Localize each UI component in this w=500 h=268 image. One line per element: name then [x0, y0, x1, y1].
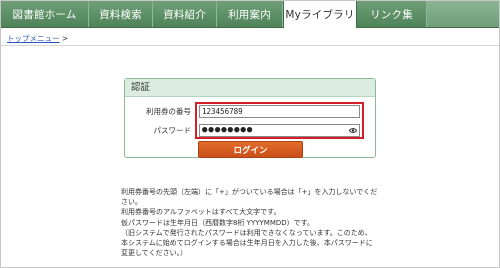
nav-filler [427, 1, 499, 27]
breadcrumb-top-menu-link[interactable]: トップメニュー [7, 34, 60, 43]
tab-label: 資料紹介 [163, 8, 206, 21]
tab-introduction[interactable]: 資料紹介 [153, 1, 217, 27]
tab-search[interactable]: 資料検索 [89, 1, 153, 27]
tab-label: 図書館ホーム [12, 8, 77, 21]
note-line: 本システムに始めてログインする場合は生年月日を入力した後、本パスワードに [121, 239, 373, 248]
tab-links[interactable]: リンク集 [357, 1, 427, 27]
tab-my-library[interactable]: Myライブラリ [283, 1, 357, 28]
note-line: 変更してください。） [121, 249, 188, 258]
tab-guide[interactable]: 利用案内 [217, 1, 283, 27]
note-line: （旧システムで発行されたパスワードは利用できなくなっています。このため、 [121, 228, 372, 237]
note-line: 利用券番号のアルファベットはすべて大文字です。 [121, 208, 281, 217]
login-notes: 利用券番号の先頭（左端）に「+」がついている場合は「+」を入力しないでくだ さい… [121, 187, 401, 258]
password-input[interactable]: ●●●●●●●● [199, 124, 360, 137]
tab-library-home[interactable]: 図書館ホーム [1, 1, 89, 27]
card-number-label: 利用券の番号 [146, 107, 191, 116]
password-value: ●●●●●●●● [202, 125, 254, 135]
page-frame: 図書館ホーム 資料検索 資料紹介 利用案内 Myライブラリ リンク集 トップメニ… [0, 0, 500, 268]
card-number-value: 123456789 [202, 107, 243, 116]
login-button-label: ログイン [233, 145, 268, 156]
note-line: 仮パスワードは生年月日（西暦数字8桁 YYYYMMDD）です。 [121, 218, 314, 227]
login-button[interactable]: ログイン [198, 141, 303, 158]
auth-heading: 認証 [125, 79, 375, 97]
breadcrumb-divider [1, 45, 499, 46]
card-number-input[interactable]: 123456789 [199, 105, 360, 118]
note-line: 利用券番号の先頭（左端）に「+」がついている場合は「+」を入力しないでくだ [121, 188, 378, 196]
password-label: パスワード [153, 126, 192, 135]
note-line: さい。 [121, 198, 142, 207]
breadcrumb-separator: > [61, 34, 69, 43]
tab-label: 利用案内 [228, 8, 271, 21]
tab-label: 資料検索 [99, 8, 142, 21]
reveal-password-icon[interactable] [349, 127, 357, 134]
tab-label: リンク集 [370, 8, 413, 21]
tab-label: Myライブラリ [285, 9, 355, 21]
top-navigation: 図書館ホーム 資料検索 資料紹介 利用案内 Myライブラリ リンク集 [1, 1, 499, 28]
breadcrumb: トップメニュー > [7, 33, 68, 44]
